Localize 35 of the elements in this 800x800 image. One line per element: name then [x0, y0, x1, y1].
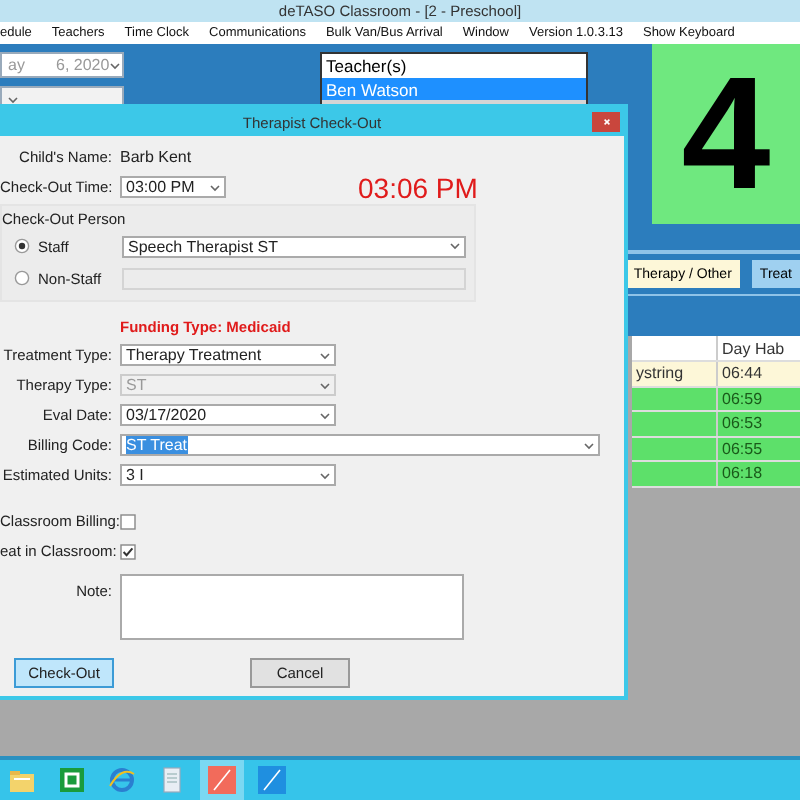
table-row[interactable]: 06:59 — [632, 387, 800, 412]
staff-dropdown[interactable]: Speech Therapist ST — [122, 235, 466, 257]
table-row[interactable]: 06:55 — [632, 437, 800, 462]
time-dropdown[interactable]: 03:00 PM — [120, 176, 226, 198]
radio-button[interactable] — [14, 238, 30, 254]
document-icon — [158, 766, 186, 794]
checkbox[interactable] — [120, 513, 136, 529]
app-icon — [58, 766, 86, 794]
field-value: Barb Kent — [120, 148, 192, 166]
taskbar-button[interactable] — [200, 760, 244, 800]
table-cell: 06:59 — [722, 389, 763, 408]
current-time: 03:06 PM — [358, 171, 478, 203]
browser-icon — [108, 766, 136, 794]
table-cell: 06:55 — [722, 439, 763, 458]
app-icon — [208, 766, 236, 794]
note-field[interactable] — [120, 574, 464, 640]
table-row[interactable]: 06:18 — [632, 462, 800, 487]
close-icon — [601, 118, 611, 126]
table-cell: 06:18 — [722, 464, 763, 483]
list-header: Teacher(s) — [322, 54, 586, 78]
table-cell: 06:44 — [722, 364, 763, 383]
dropdown[interactable]: Therapy Treatment — [120, 344, 336, 366]
dropdown[interactable]: 3 I — [120, 464, 336, 486]
close-button[interactable] — [592, 112, 620, 132]
checkbox[interactable] — [120, 543, 136, 559]
folder-icon — [8, 766, 36, 794]
table-row[interactable]: 06:53 — [632, 412, 800, 437]
count-display: 4 — [652, 44, 800, 224]
column-header: Day Hab — [720, 337, 787, 360]
dropdown[interactable]: 03/17/2020 — [120, 404, 336, 426]
table-cell: 06:53 — [722, 414, 763, 433]
table-row[interactable]: ystring 06:44 — [632, 362, 800, 387]
app-icon — [258, 766, 286, 794]
radio-button[interactable] — [14, 270, 30, 286]
table-cell: ystring — [636, 364, 684, 383]
